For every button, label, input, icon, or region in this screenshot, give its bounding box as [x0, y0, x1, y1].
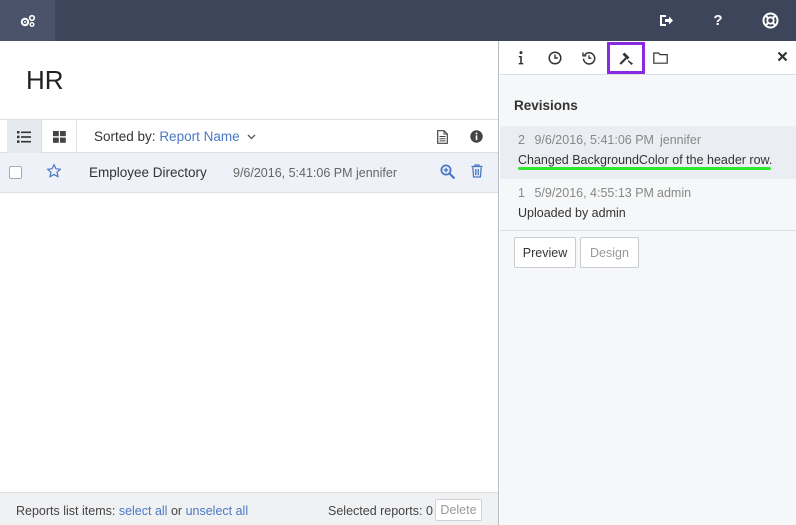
- reports-panel: HR Sorted by: Report Name Employee Direc…: [0, 41, 499, 525]
- selected-count: Selected reports: 0: [328, 504, 433, 518]
- delete-button[interactable]: Delete: [435, 499, 482, 521]
- favorite-star-icon[interactable]: [46, 163, 62, 182]
- design-button[interactable]: Design: [580, 237, 639, 268]
- revision-user: jennifer: [660, 133, 701, 147]
- info-icon[interactable]: [464, 120, 488, 153]
- gavel-icon: [618, 52, 633, 65]
- report-name[interactable]: Employee Directory: [89, 165, 207, 180]
- revision-meta: 2 9/6/2016, 5:41:06 PM: [518, 133, 654, 147]
- reports-toolbar: Sorted by: Report Name: [0, 119, 498, 153]
- logout-icon[interactable]: [651, 0, 681, 41]
- revision-number: 2: [518, 133, 525, 147]
- revision-date: 5/9/2016, 4:55:13 PM: [534, 186, 654, 200]
- new-report-icon[interactable]: [430, 120, 454, 153]
- revision-item[interactable]: 2 9/6/2016, 5:41:06 PM jennifer Changed …: [500, 126, 796, 179]
- revision-user: admin: [657, 186, 692, 200]
- details-panel: Revisions 2 9/6/2016, 5:41:06 PM jennife…: [500, 41, 796, 525]
- tab-revisions[interactable]: [607, 42, 645, 74]
- sort-label: Sorted by:: [94, 129, 156, 144]
- unselect-all-link[interactable]: unselect all: [186, 504, 249, 518]
- chevron-down-icon: [247, 134, 256, 140]
- clock-icon: [548, 50, 562, 65]
- revisions-title: Revisions: [514, 98, 578, 113]
- tab-info[interactable]: [506, 41, 536, 74]
- report-user: jennifer: [356, 166, 397, 180]
- close-icon[interactable]: [777, 50, 788, 65]
- list-icon: [17, 130, 31, 143]
- tab-history[interactable]: [574, 41, 604, 74]
- report-date: 9/6/2016, 5:41:06 PM: [233, 166, 353, 180]
- top-bar: ?: [0, 0, 796, 41]
- grid-view-button[interactable]: [42, 120, 77, 153]
- info-icon: [518, 50, 524, 64]
- revision-item[interactable]: 1 5/9/2016, 4:55:13 PM admin Uploaded by…: [500, 179, 796, 231]
- list-items-label: Reports list items: select all or unsele…: [16, 504, 249, 518]
- sort-value: Report Name: [159, 129, 240, 144]
- list-view-button[interactable]: [7, 120, 42, 153]
- highlight-underline: [518, 167, 771, 170]
- table-row[interactable]: Employee Directory 9/6/2016, 5:41:06 PM …: [0, 153, 498, 193]
- page-title: HR: [26, 65, 64, 95]
- trash-icon[interactable]: [471, 164, 483, 181]
- revision-message: Uploaded by admin: [518, 206, 626, 220]
- select-all-link[interactable]: select all: [119, 504, 168, 518]
- folder-icon: [652, 51, 668, 64]
- details-tabs: [500, 41, 796, 75]
- reports-footer: Reports list items: select all or unsele…: [0, 492, 498, 525]
- grid-icon: [52, 130, 66, 143]
- preview-button[interactable]: Preview: [514, 237, 576, 268]
- tab-schedule[interactable]: [540, 41, 570, 74]
- help-icon[interactable]: ?: [703, 0, 733, 41]
- tab-folder[interactable]: [645, 41, 675, 74]
- revision-meta: 1 5/9/2016, 4:55:13 PM: [518, 186, 654, 200]
- support-lifebuoy-icon[interactable]: [755, 0, 785, 41]
- revision-date: 9/6/2016, 5:41:06 PM: [534, 133, 654, 147]
- revision-message: Changed BackgroundColor of the header ro…: [518, 153, 773, 167]
- row-checkbox[interactable]: [9, 166, 22, 179]
- sort-selector[interactable]: Sorted by: Report Name: [94, 129, 256, 144]
- preview-zoom-icon[interactable]: [440, 164, 455, 182]
- settings-cogs-icon[interactable]: [0, 0, 55, 41]
- history-icon: [582, 51, 596, 65]
- revision-number: 1: [518, 186, 525, 200]
